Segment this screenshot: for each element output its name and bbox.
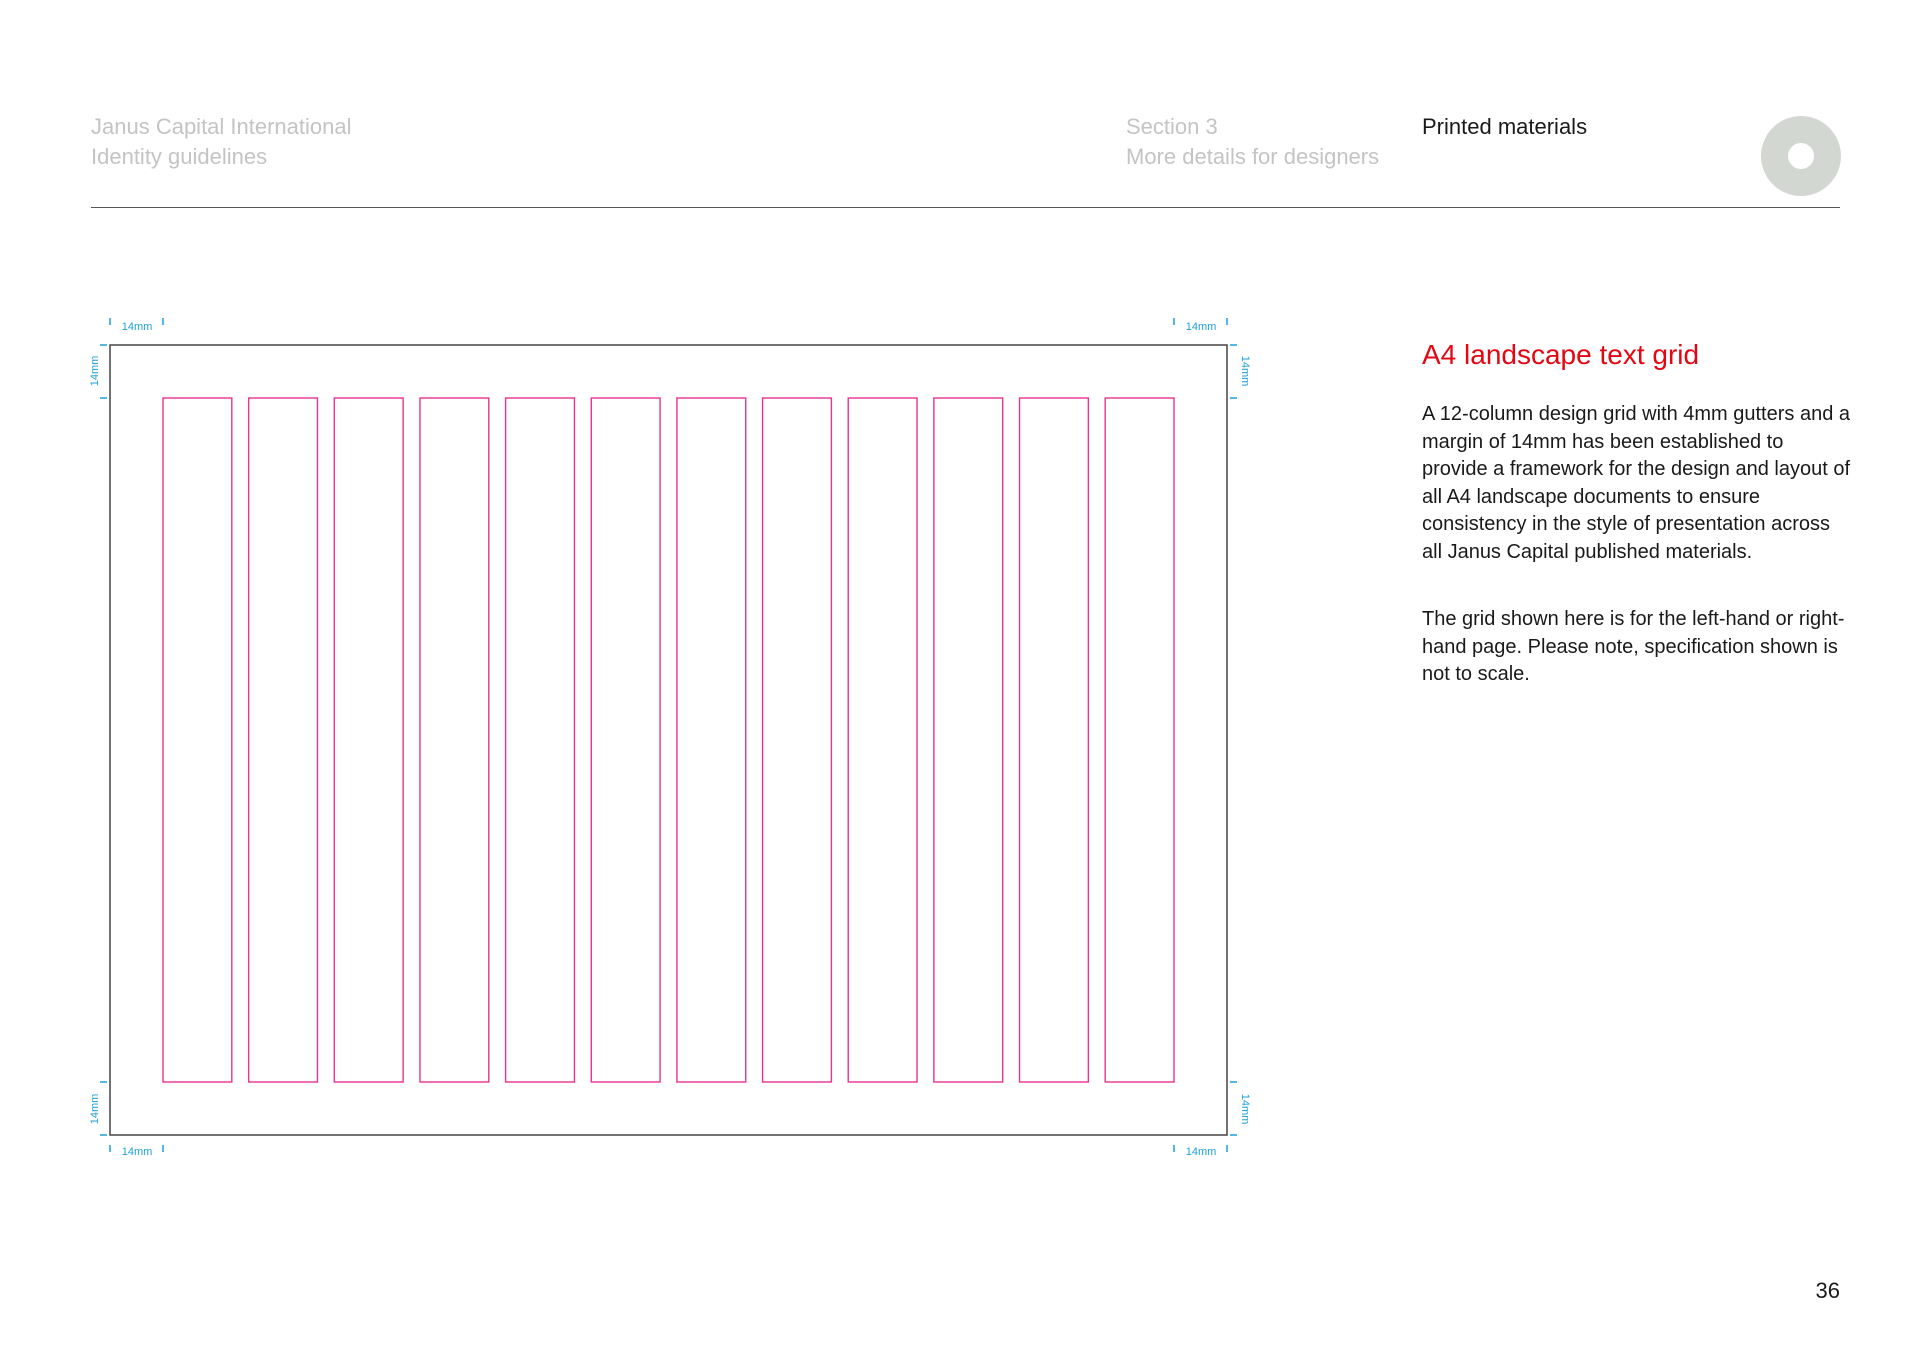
margin-label-bottom-right: 14mm	[1186, 1146, 1217, 1155]
margin-label-left-bottom: 14mm	[89, 1094, 101, 1125]
grid-columns	[162, 397, 1175, 1083]
grid-column	[333, 397, 404, 1083]
page-outline	[109, 344, 1228, 1136]
brand-block: Janus Capital International Identity gui…	[91, 112, 352, 172]
description-paragraph: A 12-column design grid with 4mm gutters…	[1422, 403, 1851, 563]
grid-column	[1018, 397, 1090, 1083]
margin-label-left-top: 14mm	[89, 356, 101, 387]
page-number: 36	[1815, 1278, 1840, 1303]
section-block: Section 3 More details for designers	[1126, 112, 1379, 172]
grid-diagram: 14mm 14mm 14mm 14mm 14mm 14mm 14mm 14mm	[89, 318, 1251, 1155]
margin-label-right-bottom: 14mm	[1239, 1094, 1251, 1125]
grid-column	[933, 397, 1004, 1083]
section-title: More details for designers	[1126, 144, 1380, 169]
grid-column	[247, 397, 319, 1083]
grid-column	[676, 397, 747, 1083]
grid-column	[847, 397, 918, 1083]
margin-label-top-right: 14mm	[1186, 321, 1217, 333]
dimension-marks	[100, 318, 1237, 1152]
grid-column	[504, 397, 576, 1083]
grid-column	[162, 397, 233, 1083]
section-number: Section 3	[1126, 114, 1218, 139]
document-name: Identity guidelines	[91, 144, 268, 169]
grid-column	[590, 397, 661, 1083]
current-chapter: Printed materials	[1422, 114, 1588, 139]
grid-column	[761, 397, 833, 1083]
margin-label-right-top: 14mm	[1239, 356, 1251, 387]
header-divider	[91, 207, 1840, 208]
note-paragraph: The grid shown here is for the left-hand…	[1422, 608, 1845, 685]
grid-column	[1104, 397, 1175, 1083]
ring-icon	[1761, 116, 1841, 196]
brand-name: Janus Capital International	[91, 114, 352, 139]
margin-label-bottom-left: 14mm	[122, 1146, 153, 1155]
margin-label-top-left: 14mm	[122, 321, 153, 333]
content-title: A4 landscape text grid	[1422, 339, 1700, 370]
grid-column	[419, 397, 490, 1083]
